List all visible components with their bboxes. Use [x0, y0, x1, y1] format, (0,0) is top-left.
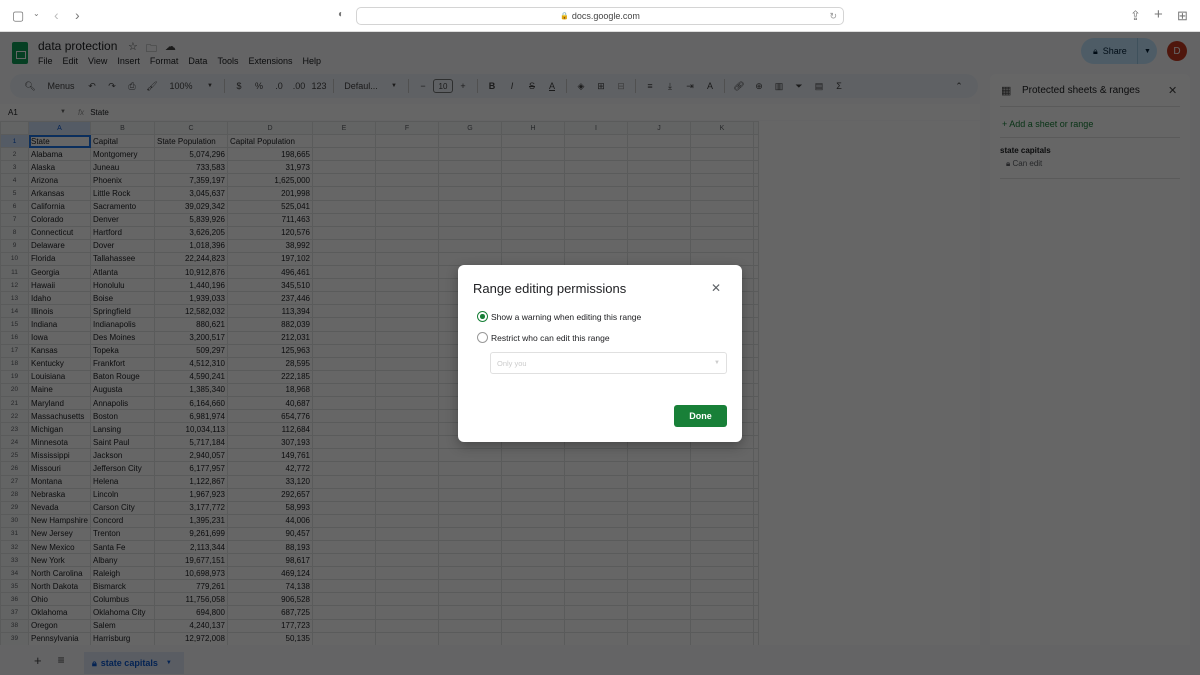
done-button[interactable]: Done [674, 405, 727, 427]
chevron-down-icon: ▼ [714, 360, 720, 366]
url-bar[interactable]: 🔒 docs.google.com ↻ [356, 7, 844, 25]
browser-toolbar: ▢ ⌄ ‹ › ◐ 🔒 docs.google.com ↻ ⇪ + ⊞ [0, 0, 1200, 32]
range-permissions-dialog: Range editing permissions ✕ Show a warni… [458, 265, 742, 442]
radio-show-warning[interactable] [477, 311, 488, 322]
new-tab-icon[interactable]: + [1154, 6, 1163, 23]
dialog-title: Range editing permissions [473, 281, 627, 296]
sidebar-toggle-icon[interactable]: ▢ [12, 8, 24, 24]
radio-restrict-editors[interactable] [477, 332, 488, 343]
url-text: docs.google.com [571, 11, 640, 21]
forward-icon[interactable]: › [75, 7, 80, 23]
option-restrict-label[interactable]: Restrict who can edit this range [491, 333, 610, 343]
tab-overview-icon[interactable]: ⊞ [1177, 8, 1188, 24]
back-icon[interactable]: ‹ [54, 7, 59, 23]
close-icon[interactable]: ✕ [711, 281, 721, 295]
option-show-warning-label[interactable]: Show a warning when editing this range [491, 312, 641, 322]
lock-icon: 🔒 [560, 13, 569, 20]
reload-icon[interactable]: ↻ [829, 11, 837, 22]
chevron-down-icon[interactable]: ⌄ [33, 9, 40, 18]
share-browser-icon[interactable]: ⇪ [1130, 8, 1141, 24]
privacy-shield-icon[interactable]: ◐ [338, 9, 344, 20]
editors-select-value: Only you [497, 358, 527, 368]
editors-select[interactable]: Only you ▼ [490, 352, 727, 374]
